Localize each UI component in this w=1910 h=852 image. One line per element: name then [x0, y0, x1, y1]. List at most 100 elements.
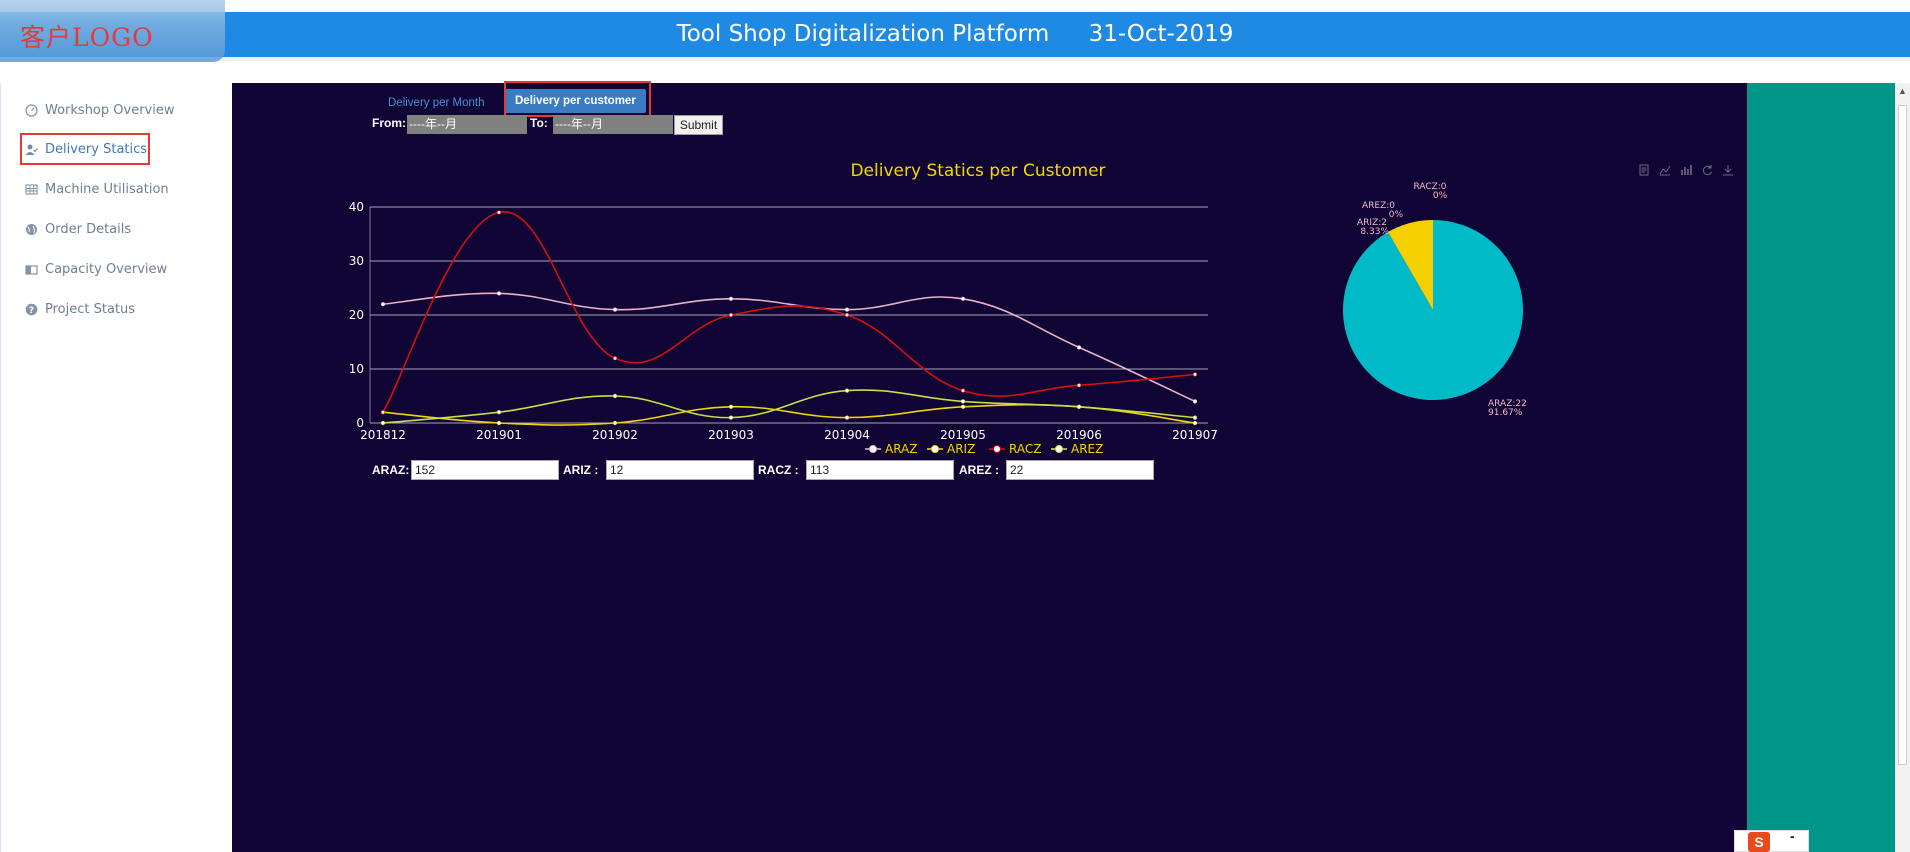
data-view-icon[interactable]	[1638, 163, 1650, 176]
ime-toolbar[interactable]	[1734, 830, 1809, 852]
data-point-arez[interactable]	[612, 393, 618, 399]
data-point-araz[interactable]	[844, 307, 850, 312]
data-point-araz[interactable]	[380, 302, 386, 307]
data-point-araz[interactable]	[496, 291, 502, 296]
delivery-line-chart: Delivery Statics per Customer01020304020…	[349, 161, 1218, 456]
data-point-racz[interactable]	[1076, 383, 1082, 388]
chart-title: Delivery Statics per Customer	[850, 161, 1105, 181]
total-field-arez[interactable]: 22	[1006, 460, 1154, 480]
x-tick-label: 201904	[824, 428, 870, 442]
legend-swatch-marker	[931, 445, 939, 453]
total-label-racz: RACZ :	[758, 463, 799, 477]
legend-label: ARIZ	[947, 442, 975, 456]
data-point-racz[interactable]	[1192, 372, 1198, 377]
header-divider	[0, 57, 1910, 61]
data-point-racz[interactable]	[612, 356, 618, 361]
total-field-araz[interactable]: 152	[411, 460, 559, 480]
active-item-highlight	[20, 133, 150, 165]
sidebar-item-workshop-overview[interactable]: Workshop Overview	[25, 98, 174, 122]
data-point-arez[interactable]	[1076, 404, 1082, 409]
data-point-ariz[interactable]	[496, 420, 502, 426]
to-month-input[interactable]: ----年--月	[553, 115, 673, 134]
data-point-arez[interactable]	[1192, 415, 1198, 420]
y-tick-label: 10	[349, 362, 364, 376]
data-point-ariz[interactable]	[844, 415, 850, 420]
series-line-arez	[382, 389, 1196, 424]
total-label-ariz: ARIZ :	[563, 463, 599, 477]
y-tick-label: 40	[349, 200, 364, 214]
delivery-pie-chart: RACZ:00%AREZ:00%ARIZ:28.33%ARAZ:2291.67%	[1343, 182, 1527, 418]
x-tick-label: 201907	[1172, 428, 1218, 442]
total-field-racz[interactable]: 113	[806, 460, 954, 480]
x-tick-label: 201906	[1056, 428, 1102, 442]
header-title: Tool Shop Digitalization Platform 31-Oct…	[0, 12, 1910, 57]
legend-item-arez[interactable]: AREZ	[1051, 442, 1103, 456]
folder-icon	[25, 263, 38, 276]
data-point-araz[interactable]	[1076, 345, 1082, 350]
data-point-arez[interactable]	[960, 399, 966, 404]
series-line-racz	[382, 211, 1196, 413]
customer-logo-text: 客户LOGO	[20, 23, 154, 52]
sidebar: Workshop Overview Delivery Statics Machi…	[0, 83, 232, 852]
data-point-araz[interactable]	[612, 307, 618, 312]
sidebar-item-order-details[interactable]: Order Details	[25, 217, 131, 241]
legend-swatch-marker	[1055, 445, 1063, 453]
from-month-input[interactable]: ----年--月	[407, 115, 527, 134]
tab-delivery-per-month[interactable]: Delivery per Month	[380, 93, 493, 114]
total-field-ariz[interactable]: 12	[606, 460, 754, 480]
y-tick-label: 30	[349, 254, 364, 268]
x-tick-label: 201905	[940, 428, 986, 442]
ime-logo-icon[interactable]: S	[1748, 832, 1770, 852]
x-tick-label: 201903	[708, 428, 754, 442]
dashboard-icon	[25, 103, 38, 117]
legend-label: ARAZ	[885, 442, 918, 456]
sidebar-item-project-status[interactable]: ? Project Status	[25, 297, 135, 321]
from-label: From:	[372, 116, 406, 130]
sidebar-item-capacity-overview[interactable]: Capacity Overview	[25, 257, 167, 281]
data-point-araz[interactable]	[1192, 399, 1198, 404]
scroll-up-arrow-icon[interactable]: ▲	[1898, 86, 1907, 96]
platform-title: Tool Shop Digitalization Platform	[676, 21, 1050, 47]
submit-button[interactable]: Submit	[674, 115, 723, 135]
data-point-ariz[interactable]	[1192, 420, 1198, 426]
data-point-ariz[interactable]	[612, 420, 618, 426]
data-point-racz[interactable]	[496, 210, 502, 215]
sidebar-item-label: Workshop Overview	[45, 102, 175, 118]
sidebar-item-machine-utilisation[interactable]: Machine Utilisation	[25, 177, 169, 201]
app-header: Tool Shop Digitalization Platform 31-Oct…	[0, 12, 1910, 57]
data-point-ariz[interactable]	[728, 404, 734, 409]
series-line-ariz	[382, 403, 1196, 426]
svg-text:?: ?	[29, 306, 34, 316]
legend-item-ariz[interactable]: ARIZ	[927, 442, 975, 456]
ime-mode-icon[interactable]: -	[1790, 828, 1795, 844]
to-label: To:	[530, 116, 548, 130]
x-tick-label: 201812	[360, 428, 406, 442]
y-tick-label: 20	[349, 308, 364, 322]
legend-swatch-marker	[869, 445, 877, 453]
data-point-ariz[interactable]	[960, 404, 966, 409]
data-point-arez[interactable]	[728, 415, 734, 420]
download-icon[interactable]	[1722, 163, 1734, 176]
data-point-racz[interactable]	[728, 312, 734, 318]
pie-label-ariz-pct: 8.33%	[1360, 227, 1389, 237]
active-tab-highlight	[504, 81, 651, 117]
restore-icon[interactable]	[1701, 163, 1713, 176]
legend-item-araz[interactable]: ARAZ	[865, 442, 918, 456]
sidebar-item-label: Project Status	[45, 301, 136, 317]
chart-toolbox	[1638, 163, 1734, 176]
globe-icon	[25, 223, 38, 236]
data-point-araz[interactable]	[728, 296, 734, 301]
data-point-arez[interactable]	[496, 410, 502, 415]
data-point-racz[interactable]	[844, 312, 850, 318]
data-point-racz[interactable]	[960, 388, 966, 393]
data-point-araz[interactable]	[960, 296, 966, 301]
line-chart-icon[interactable]	[1659, 163, 1671, 176]
data-point-arez[interactable]	[380, 420, 386, 426]
legend-item-racz[interactable]: RACZ	[989, 442, 1041, 456]
header-date: 31-Oct-2019	[1088, 21, 1234, 47]
data-point-arez[interactable]	[844, 388, 850, 393]
pie-label-racz-pct: 0%	[1433, 191, 1448, 201]
scrollbar-thumb[interactable]	[1898, 105, 1907, 765]
bar-chart-icon[interactable]	[1680, 163, 1692, 175]
data-point-racz[interactable]	[380, 410, 386, 415]
